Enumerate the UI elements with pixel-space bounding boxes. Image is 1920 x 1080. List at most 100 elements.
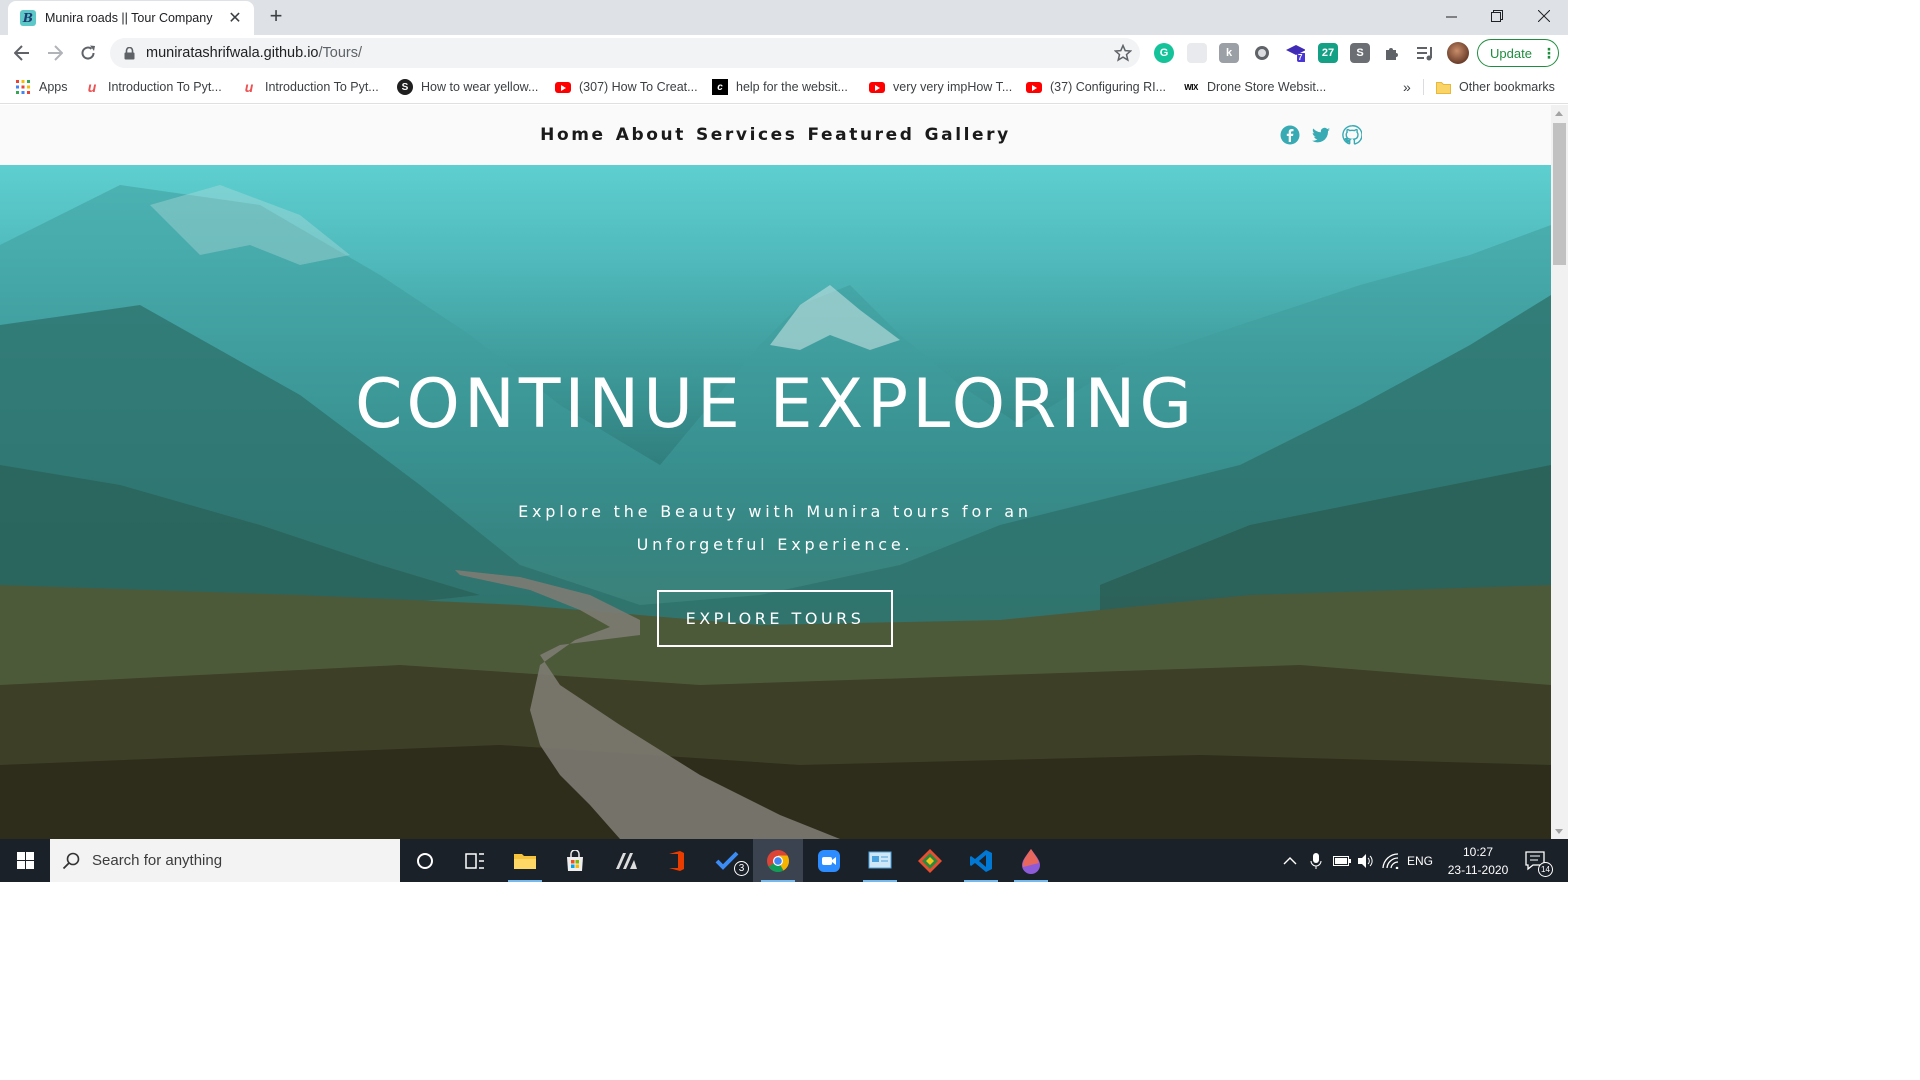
update-browser-button[interactable]: Update ⋮ [1477, 39, 1559, 67]
paint-drop-icon[interactable] [1006, 839, 1056, 882]
bookmark-label: Other bookmarks [1459, 80, 1555, 94]
lock-icon[interactable] [122, 46, 136, 60]
browser-tab-active[interactable]: B Munira roads || Tour Company ✕ [8, 1, 254, 35]
apps-grid-icon [15, 79, 31, 95]
file-explorer-icon[interactable] [500, 839, 550, 882]
restore-window-icon[interactable] [1474, 0, 1520, 32]
calendar-extension-icon[interactable]: 27 [1318, 43, 1338, 63]
running-indicator [1014, 880, 1048, 882]
pen-icon: c [712, 79, 728, 95]
nav-link-services[interactable]: Services [696, 125, 798, 145]
windows-start-icon[interactable] [0, 839, 50, 882]
profile-avatar[interactable] [1447, 42, 1469, 64]
dark-circle-extension-icon[interactable] [1252, 43, 1272, 63]
wifi-icon[interactable] [1382, 839, 1400, 882]
k-extension-icon[interactable]: k [1219, 43, 1239, 63]
bookmark-item[interactable]: WIX Drone Store Websit... [1183, 78, 1326, 96]
zoom-icon[interactable] [804, 839, 854, 882]
minimize-window-icon[interactable] [1428, 0, 1474, 32]
nav-link-featured[interactable]: Featured [808, 125, 915, 145]
bookmark-label: Drone Store Websit... [1207, 80, 1327, 94]
address-bar[interactable]: muniratashrifwala.github.io/Tours/ [110, 38, 1140, 68]
grammarly-extension-icon[interactable]: G [1154, 43, 1174, 63]
hero-subtitle-line: Explore the Beauty with Munira tours for… [518, 502, 1032, 521]
wix-icon: WIX [1184, 82, 1198, 92]
app-slash-icon[interactable] [601, 839, 651, 882]
other-bookmarks[interactable]: Other bookmarks [1435, 78, 1555, 96]
scroll-down-arrow-icon[interactable] [1555, 829, 1563, 834]
page-scrollbar[interactable] [1551, 105, 1568, 839]
clock-time: 10:27 [1462, 845, 1494, 859]
twitter-icon[interactable] [1311, 125, 1331, 145]
taskbar-search-box[interactable]: Search for anything [50, 839, 400, 882]
search-icon [62, 852, 80, 869]
s-circle-icon: S [397, 79, 413, 95]
office-icon[interactable] [651, 839, 701, 882]
close-window-icon[interactable] [1521, 0, 1567, 32]
youtube-icon [869, 79, 885, 95]
update-label: Update [1490, 45, 1532, 61]
explore-tours-button[interactable]: EXPLORE TOURS [657, 590, 893, 647]
new-tab-button[interactable]: + [264, 5, 288, 29]
task-view-icon[interactable] [450, 839, 500, 882]
battery-icon[interactable] [1333, 839, 1351, 882]
running-indicator [761, 880, 795, 882]
bookmark-label: Introduction To Pyt... [265, 80, 379, 94]
chrome-taskbar-icon[interactable] [753, 839, 803, 882]
s-extension-icon[interactable]: S [1350, 43, 1370, 63]
todo-badge-count: 3 [734, 861, 749, 876]
cortana-icon[interactable] [400, 839, 450, 882]
site-navbar: Home About Services Featured Gallery [0, 105, 1551, 165]
bookmark-item[interactable]: S How to wear yellow... [397, 78, 538, 96]
control-panel-icon[interactable] [855, 839, 905, 882]
facebook-icon[interactable] [1280, 125, 1300, 145]
running-indicator [863, 880, 897, 882]
udemy-icon: u [87, 79, 97, 95]
extension-badge-count: 7 [1298, 53, 1303, 62]
scrollbar-thumb[interactable] [1553, 123, 1566, 265]
taskbar-clock[interactable]: 10:27 23-11-2020 [1438, 843, 1518, 879]
more-menu-icon[interactable]: ⋮ [1542, 45, 1556, 62]
scroll-up-arrow-icon[interactable] [1555, 111, 1563, 116]
back-arrow-icon[interactable] [9, 40, 35, 66]
bookmark-item[interactable]: (307) How To Creat... [555, 78, 698, 96]
hero-section: CONTINUE EXPLORING Explore the Beauty wi… [0, 165, 1551, 839]
speaker-volume-icon[interactable] [1357, 839, 1375, 882]
search-placeholder: Search for anything [92, 852, 223, 869]
page-viewport: Home About Services Featured Gallery CON… [0, 105, 1551, 839]
folder-icon [1435, 79, 1451, 95]
media-queue-icon[interactable] [1415, 43, 1435, 63]
tab-close-icon[interactable]: ✕ [226, 8, 244, 28]
bookmark-item[interactable]: (37) Configuring RI... [1026, 78, 1166, 96]
input-language-indicator[interactable]: ENG [1407, 839, 1433, 882]
hero-subtitle-line: Unforgetful Experience. [636, 535, 914, 554]
todo-app-icon[interactable]: 3 [702, 839, 752, 882]
forward-arrow-icon[interactable] [42, 40, 68, 66]
nav-link-about[interactable]: About [616, 125, 686, 145]
show-hidden-icons-chevron-icon[interactable] [1283, 839, 1297, 882]
reload-icon[interactable] [75, 40, 101, 66]
bookmark-label: help for the websit... [736, 80, 848, 94]
bookmark-star-icon[interactable] [1113, 43, 1133, 62]
github-icon[interactable] [1342, 125, 1362, 145]
youtube-icon [1026, 79, 1042, 95]
clock-date: 23-11-2020 [1447, 863, 1509, 877]
browser-tab-strip: B Munira roads || Tour Company ✕ + [0, 0, 1568, 35]
notifications-icon[interactable]: 14 [1525, 839, 1553, 882]
nav-link-gallery[interactable]: Gallery [925, 125, 1011, 145]
graduation-cap-extension-icon[interactable]: 7 [1285, 43, 1305, 63]
nav-link-home[interactable]: Home [540, 125, 606, 145]
git-tool-icon[interactable] [905, 839, 955, 882]
microsoft-store-icon[interactable] [550, 839, 600, 882]
bookmark-item[interactable]: u Introduction To Pyt... [241, 78, 379, 96]
url-text[interactable]: muniratashrifwala.github.io/Tours/ [146, 45, 362, 61]
bookmark-item[interactable]: u Introduction To Pyt... [84, 78, 222, 96]
apps-bookmark[interactable]: Apps [15, 78, 68, 96]
vscode-icon[interactable] [956, 839, 1006, 882]
bookmark-item[interactable]: c help for the websit... [712, 78, 848, 96]
blank-extension-icon[interactable] [1187, 43, 1207, 63]
bookmark-item[interactable]: very very impHow T... [869, 78, 1012, 96]
puzzle-extensions-icon[interactable] [1382, 43, 1402, 63]
microphone-icon[interactable] [1310, 839, 1322, 882]
bookmarks-overflow-button[interactable]: » [1403, 78, 1411, 96]
